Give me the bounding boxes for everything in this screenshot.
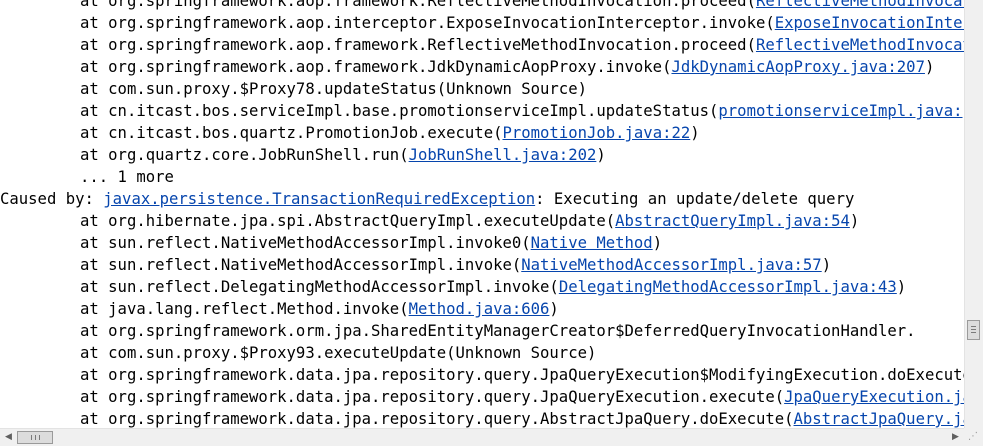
source-location-link[interactable]: ReflectiveMethodInvocation.java:179 xyxy=(756,0,964,10)
line-text: at sun.reflect.DelegatingMethodAccessorI… xyxy=(80,278,559,296)
console-output: at org.springframework.aop.framework.Ref… xyxy=(0,0,964,428)
stack-trace: at org.springframework.aop.framework.Ref… xyxy=(0,0,964,428)
stack-frame-line: at org.springframework.aop.framework.Ref… xyxy=(0,34,964,56)
stack-frame-line: at cn.itcast.bos.serviceImpl.base.promot… xyxy=(0,100,964,122)
stack-frame-line: at org.springframework.aop.framework.Ref… xyxy=(0,0,964,12)
source-location-link[interactable]: NativeMethodAccessorImpl.java:57 xyxy=(521,256,821,274)
stack-frame-line: at org.springframework.data.jpa.reposito… xyxy=(0,364,964,386)
line-text: at org.springframework.aop.framework.Ref… xyxy=(80,0,756,10)
source-location-link[interactable]: AbstractQueryImpl.java:54 xyxy=(615,212,850,230)
line-text: at org.springframework.aop.interceptor.E… xyxy=(80,14,775,32)
stack-frame-line: at org.quartz.core.JobRunShell.run(JobRu… xyxy=(0,144,964,166)
scroll-left-icon[interactable]: ◀ xyxy=(0,429,17,446)
stack-frame-line: at sun.reflect.NativeMethodAccessorImpl.… xyxy=(0,254,964,276)
stack-frame-line: at org.springframework.data.jpa.reposito… xyxy=(0,408,964,428)
source-location-link[interactable]: AbstractJpaQuery.java: xyxy=(794,410,964,428)
line-text: at org.quartz.core.JobRunShell.run( xyxy=(80,146,409,164)
source-location-link[interactable]: PromotionJob.java:22 xyxy=(502,124,690,142)
source-location-link[interactable]: JdkDynamicAopProxy.java:207 xyxy=(671,58,924,76)
stack-frame-line: at cn.itcast.bos.quartz.PromotionJob.exe… xyxy=(0,122,964,144)
line-text: at cn.itcast.bos.serviceImpl.base.promot… xyxy=(80,102,719,120)
stack-frame-line: ... 1 more xyxy=(0,166,964,188)
vertical-scroll-thumb[interactable] xyxy=(967,320,980,340)
line-suffix: ) xyxy=(849,212,860,230)
stack-frame-line: at org.springframework.aop.framework.Jdk… xyxy=(0,56,964,78)
stack-frame-line: at org.springframework.data.jpa.reposito… xyxy=(0,386,964,408)
line-text: at org.springframework.data.jpa.reposito… xyxy=(80,366,964,384)
source-location-link[interactable]: ReflectiveMethodInvocation.java:179 xyxy=(756,36,964,54)
line-suffix: ) xyxy=(924,58,935,76)
line-text: at sun.reflect.NativeMethodAccessorImpl.… xyxy=(80,256,522,274)
line-text: at org.springframework.aop.framework.Ref… xyxy=(80,36,756,54)
line-text: at org.springframework.data.jpa.reposito… xyxy=(80,388,785,406)
line-text: at com.sun.proxy.$Proxy78.updateStatus(U… xyxy=(80,80,587,98)
caused-by-line: Caused by: javax.persistence.Transaction… xyxy=(0,188,964,210)
exception-class-link[interactable]: javax.persistence.TransactionRequiredExc… xyxy=(103,190,535,208)
source-location-link[interactable]: Method.java:606 xyxy=(409,300,550,318)
source-location-link[interactable]: JpaQueryExecution.java: xyxy=(784,388,964,406)
scroll-right-icon[interactable]: ▶ xyxy=(947,429,964,446)
resize-grip-icon: ⋰ xyxy=(968,431,978,442)
source-location-link[interactable]: Native Method xyxy=(531,234,653,252)
line-suffix: ) xyxy=(821,256,832,274)
line-text: at com.sun.proxy.$Proxy93.executeUpdate(… xyxy=(80,344,597,362)
line-text: at org.hibernate.jpa.spi.AbstractQueryIm… xyxy=(80,212,616,230)
line-suffix: ) xyxy=(690,124,700,142)
scrollbar-corner: ⋰ xyxy=(964,428,983,446)
line-text: at sun.reflect.NativeMethodAccessorImpl.… xyxy=(80,234,531,252)
stack-frame-line: at org.springframework.aop.interceptor.E… xyxy=(0,12,964,34)
line-text: ... 1 more xyxy=(80,168,174,186)
stack-frame-line: at java.lang.reflect.Method.invoke(Metho… xyxy=(0,298,964,320)
source-location-link[interactable]: ExposeInvocationInterceptor.java:92 xyxy=(775,14,964,32)
line-text: at org.springframework.data.jpa.reposito… xyxy=(80,410,794,428)
line-text: at cn.itcast.bos.quartz.PromotionJob.exe… xyxy=(80,124,503,142)
stack-frame-line: at com.sun.proxy.$Proxy78.updateStatus(U… xyxy=(0,78,964,100)
line-suffix: ) xyxy=(896,278,907,296)
line-suffix: ) xyxy=(549,300,559,318)
vertical-scrollbar[interactable] xyxy=(964,0,983,428)
source-location-link[interactable]: promotionserviceImpl.java: xyxy=(718,102,962,120)
horizontal-scrollbar[interactable]: ◀ ▶ xyxy=(0,428,964,446)
line-text: at java.lang.reflect.Method.invoke( xyxy=(80,300,409,318)
stack-frame-line: at sun.reflect.NativeMethodAccessorImpl.… xyxy=(0,232,964,254)
line-text: at org.springframework.aop.framework.Jdk… xyxy=(80,58,672,76)
stack-frame-line: at org.springframework.orm.jpa.SharedEnt… xyxy=(0,320,964,342)
horizontal-scroll-thumb[interactable] xyxy=(17,431,53,444)
line-text: Caused by: xyxy=(0,190,104,208)
line-suffix: ) xyxy=(652,234,663,252)
stack-frame-line: at org.hibernate.jpa.spi.AbstractQueryIm… xyxy=(0,210,964,232)
stack-frame-line: at sun.reflect.DelegatingMethodAccessorI… xyxy=(0,276,964,298)
line-suffix: ) xyxy=(596,146,606,164)
line-suffix: : Executing an update/delete query xyxy=(535,190,855,208)
source-location-link[interactable]: DelegatingMethodAccessorImpl.java:43 xyxy=(559,278,897,296)
line-text: at org.springframework.orm.jpa.SharedEnt… xyxy=(80,322,916,340)
source-location-link[interactable]: JobRunShell.java:202 xyxy=(409,146,597,164)
stack-frame-line: at com.sun.proxy.$Proxy93.executeUpdate(… xyxy=(0,342,964,364)
